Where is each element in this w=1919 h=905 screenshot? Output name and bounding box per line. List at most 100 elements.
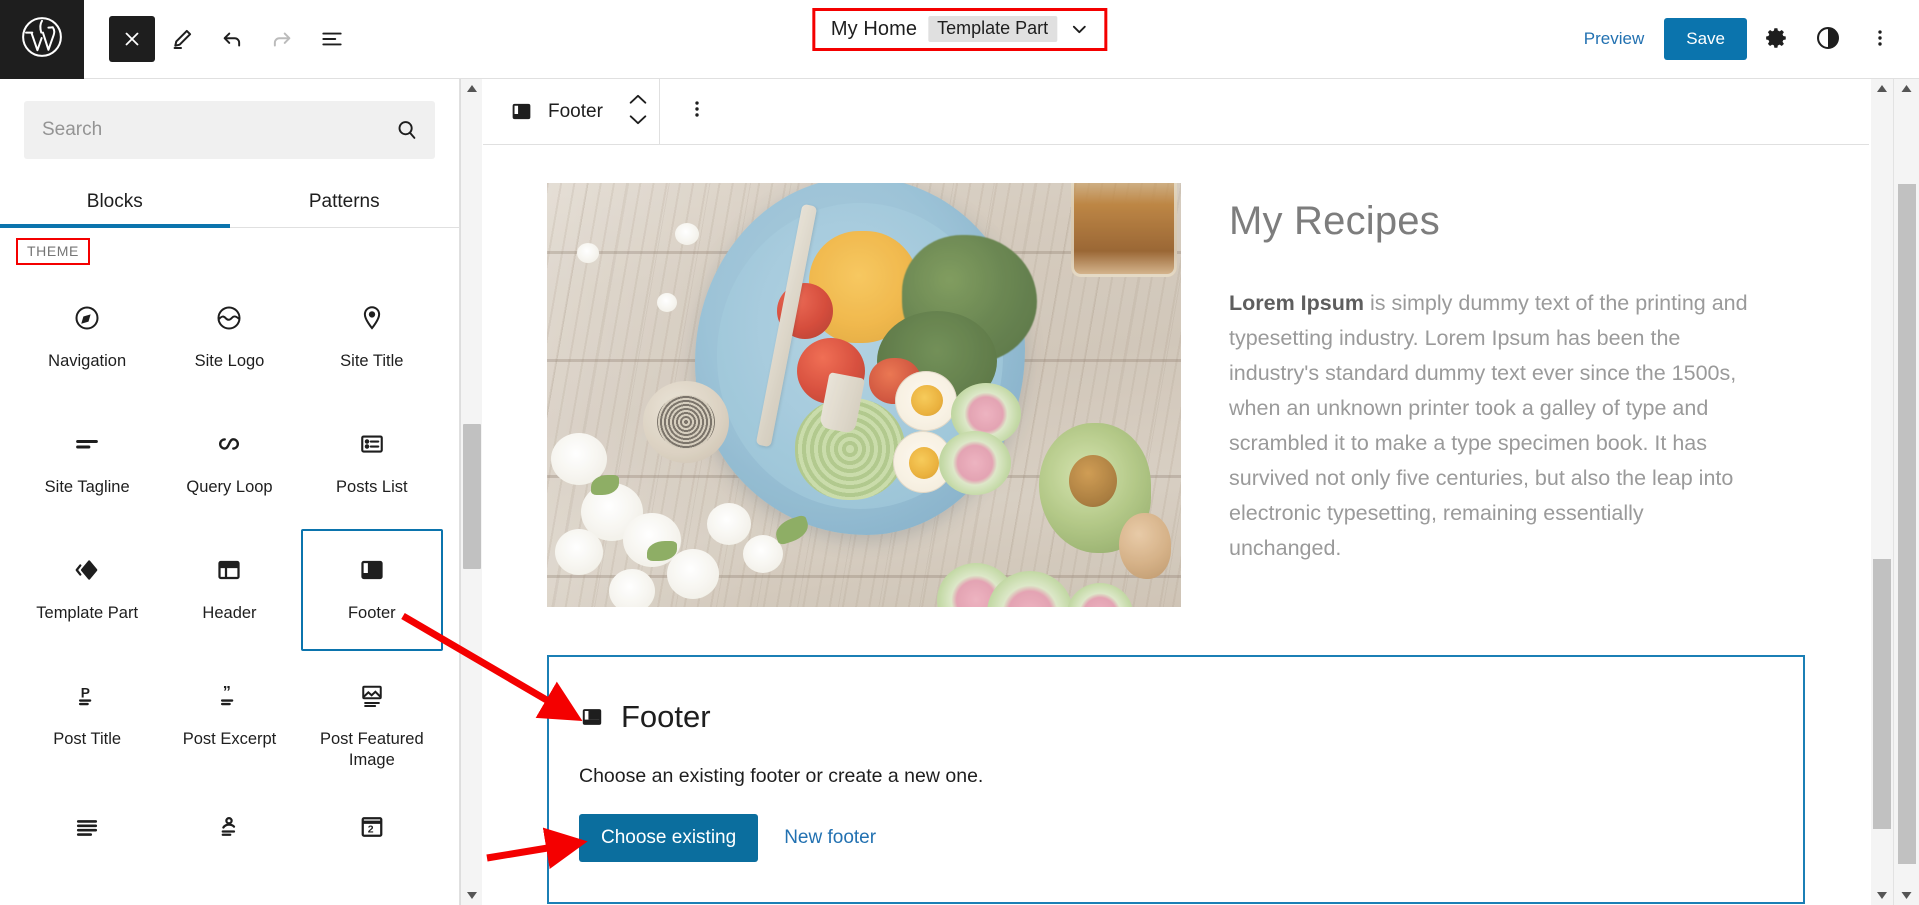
edit-mode-button[interactable] <box>159 16 205 62</box>
block-item-site-title[interactable]: Site Title <box>301 277 443 399</box>
block-item-site-tagline[interactable]: Site Tagline <box>16 403 158 525</box>
block-item-template-part[interactable]: Template Part <box>16 529 158 651</box>
post-date-calendar-icon: 2 <box>357 810 387 844</box>
block-item-navigation[interactable]: Navigation <box>16 277 158 399</box>
block-item-post-excerpt[interactable]: ” Post Excerpt <box>158 655 300 782</box>
search-input[interactable] <box>24 101 395 159</box>
canvas-scroll-up-arrow-icon[interactable] <box>1871 79 1893 99</box>
inserter-tabs: Blocks Patterns <box>0 179 459 228</box>
block-options-button[interactable] <box>660 98 734 125</box>
tab-patterns[interactable]: Patterns <box>230 179 460 227</box>
block-type-button[interactable]: Footer <box>483 79 617 145</box>
block-item-post-content[interactable] <box>16 786 158 905</box>
scroll-down-arrow-icon[interactable] <box>461 885 483 905</box>
block-item-query-loop[interactable]: Query Loop <box>158 403 300 525</box>
block-item-label: Navigation <box>48 352 127 370</box>
template-part-diamond-icon <box>71 553 103 587</box>
wordpress-site-editor: My Home Template Part Preview Save Searc… <box>0 0 1919 905</box>
block-item-label: Site Tagline <box>44 478 130 496</box>
block-item-posts-list[interactable]: Posts List <box>301 403 443 525</box>
block-item-header[interactable]: Header <box>158 529 300 651</box>
chevron-down-icon[interactable] <box>1068 18 1090 40</box>
undo-button[interactable] <box>209 16 255 62</box>
block-item-post-title[interactable]: P Post Title <box>16 655 158 782</box>
move-up-chevron-icon[interactable] <box>627 93 649 111</box>
section-label-row: THEME <box>0 228 459 265</box>
footer-placeholder-header: Footer <box>579 699 1771 735</box>
list-view-icon <box>319 26 345 52</box>
post-excerpt-quote-icon: ” <box>214 679 244 713</box>
styles-button[interactable] <box>1805 16 1851 62</box>
canvas-scrollbar[interactable] <box>1871 79 1893 905</box>
page-title: My Recipes <box>1229 199 1440 243</box>
tagline-lines-icon <box>72 427 102 461</box>
post-author-icon <box>214 810 244 844</box>
block-item-footer[interactable]: Footer <box>300 529 443 651</box>
photo-overlay <box>547 183 1181 607</box>
redo-button[interactable] <box>259 16 305 62</box>
block-type-grid: Navigation Site Logo Site Title Site Tag… <box>0 265 459 905</box>
search-box[interactable] <box>24 101 435 159</box>
navigation-compass-icon <box>72 301 102 335</box>
block-toolbar-main-group: Footer <box>483 79 659 145</box>
footer-layout-icon <box>357 553 387 587</box>
close-x-icon <box>121 28 143 50</box>
block-item-label: Template Part <box>36 604 139 622</box>
post-title-p-icon: P <box>72 679 102 713</box>
footer-placeholder-actions: Choose existing New footer <box>579 814 1771 862</box>
footer-placeholder-description: Choose an existing footer or create a ne… <box>579 765 984 787</box>
canvas-scroll-down-arrow-icon[interactable] <box>1871 885 1893 905</box>
settings-button[interactable] <box>1753 16 1799 62</box>
block-item-post-author[interactable] <box>158 786 300 905</box>
window-scrollbar[interactable] <box>1893 79 1919 905</box>
block-item-post-date[interactable]: 2 <box>301 786 443 905</box>
close-editor-button[interactable] <box>109 16 155 62</box>
highlight-theme-label: THEME <box>16 238 90 265</box>
block-item-label: Header <box>202 604 257 622</box>
intro-paragraph-bold: Lorem Ipsum <box>1229 291 1364 315</box>
block-item-label: Site Title <box>340 352 404 370</box>
document-title-area: My Home Template Part <box>811 8 1108 51</box>
block-item-label: Footer <box>347 604 396 622</box>
block-item-label: Post Title <box>53 730 122 748</box>
footer-placeholder-title: Footer <box>621 699 711 734</box>
canvas-scroll-thumb[interactable] <box>1873 559 1891 829</box>
tab-blocks[interactable]: Blocks <box>0 179 230 228</box>
posts-list-icon <box>357 427 387 461</box>
block-toolbar-label: Footer <box>548 100 603 122</box>
save-button[interactable]: Save <box>1664 18 1747 60</box>
hero-text-column: My Recipes Lorem Ipsum is simply dummy t… <box>1229 183 1823 607</box>
more-options-button[interactable] <box>1857 16 1903 62</box>
list-view-button[interactable] <box>309 16 355 62</box>
wordpress-logo-button[interactable] <box>0 0 84 79</box>
food-photo[interactable] <box>547 183 1181 607</box>
document-type-badge: Template Part <box>928 16 1058 42</box>
three-dots-vertical-icon <box>686 98 708 125</box>
move-down-chevron-icon[interactable] <box>627 113 649 131</box>
window-scroll-thumb[interactable] <box>1898 184 1916 864</box>
site-logo-circle-icon <box>214 301 244 335</box>
redo-arrow-icon <box>269 26 295 52</box>
editor-header: My Home Template Part Preview Save <box>0 0 1919 79</box>
choose-existing-button[interactable]: Choose existing <box>579 814 759 862</box>
sidebar-scroll-thumb[interactable] <box>463 424 481 569</box>
preview-button[interactable]: Preview <box>1570 29 1658 49</box>
sidebar-scrollbar[interactable] <box>460 79 482 905</box>
header-tools-group <box>109 16 355 62</box>
map-pin-icon <box>357 301 387 335</box>
footer-layout-icon <box>579 704 605 730</box>
scroll-up-arrow-icon[interactable] <box>461 79 483 99</box>
block-movers[interactable] <box>617 93 659 131</box>
search-area <box>0 79 459 159</box>
footer-block-placeholder[interactable]: Footer Choose an existing footer or crea… <box>547 655 1805 904</box>
window-scroll-down-arrow-icon[interactable] <box>1894 885 1919 905</box>
block-item-site-logo[interactable]: Site Logo <box>158 277 300 399</box>
new-footer-button[interactable]: New footer <box>772 814 888 862</box>
header-layout-icon <box>214 553 244 587</box>
undo-arrow-icon <box>219 26 245 52</box>
window-scroll-up-arrow-icon[interactable] <box>1894 79 1919 99</box>
block-item-post-featured-image[interactable]: Post Featured Image <box>301 655 443 782</box>
block-inserter-sidebar: Blocks Patterns THEME Navigation <box>0 79 460 905</box>
query-loop-infinity-icon <box>214 427 244 461</box>
highlight-document-title[interactable]: My Home Template Part <box>811 8 1108 51</box>
